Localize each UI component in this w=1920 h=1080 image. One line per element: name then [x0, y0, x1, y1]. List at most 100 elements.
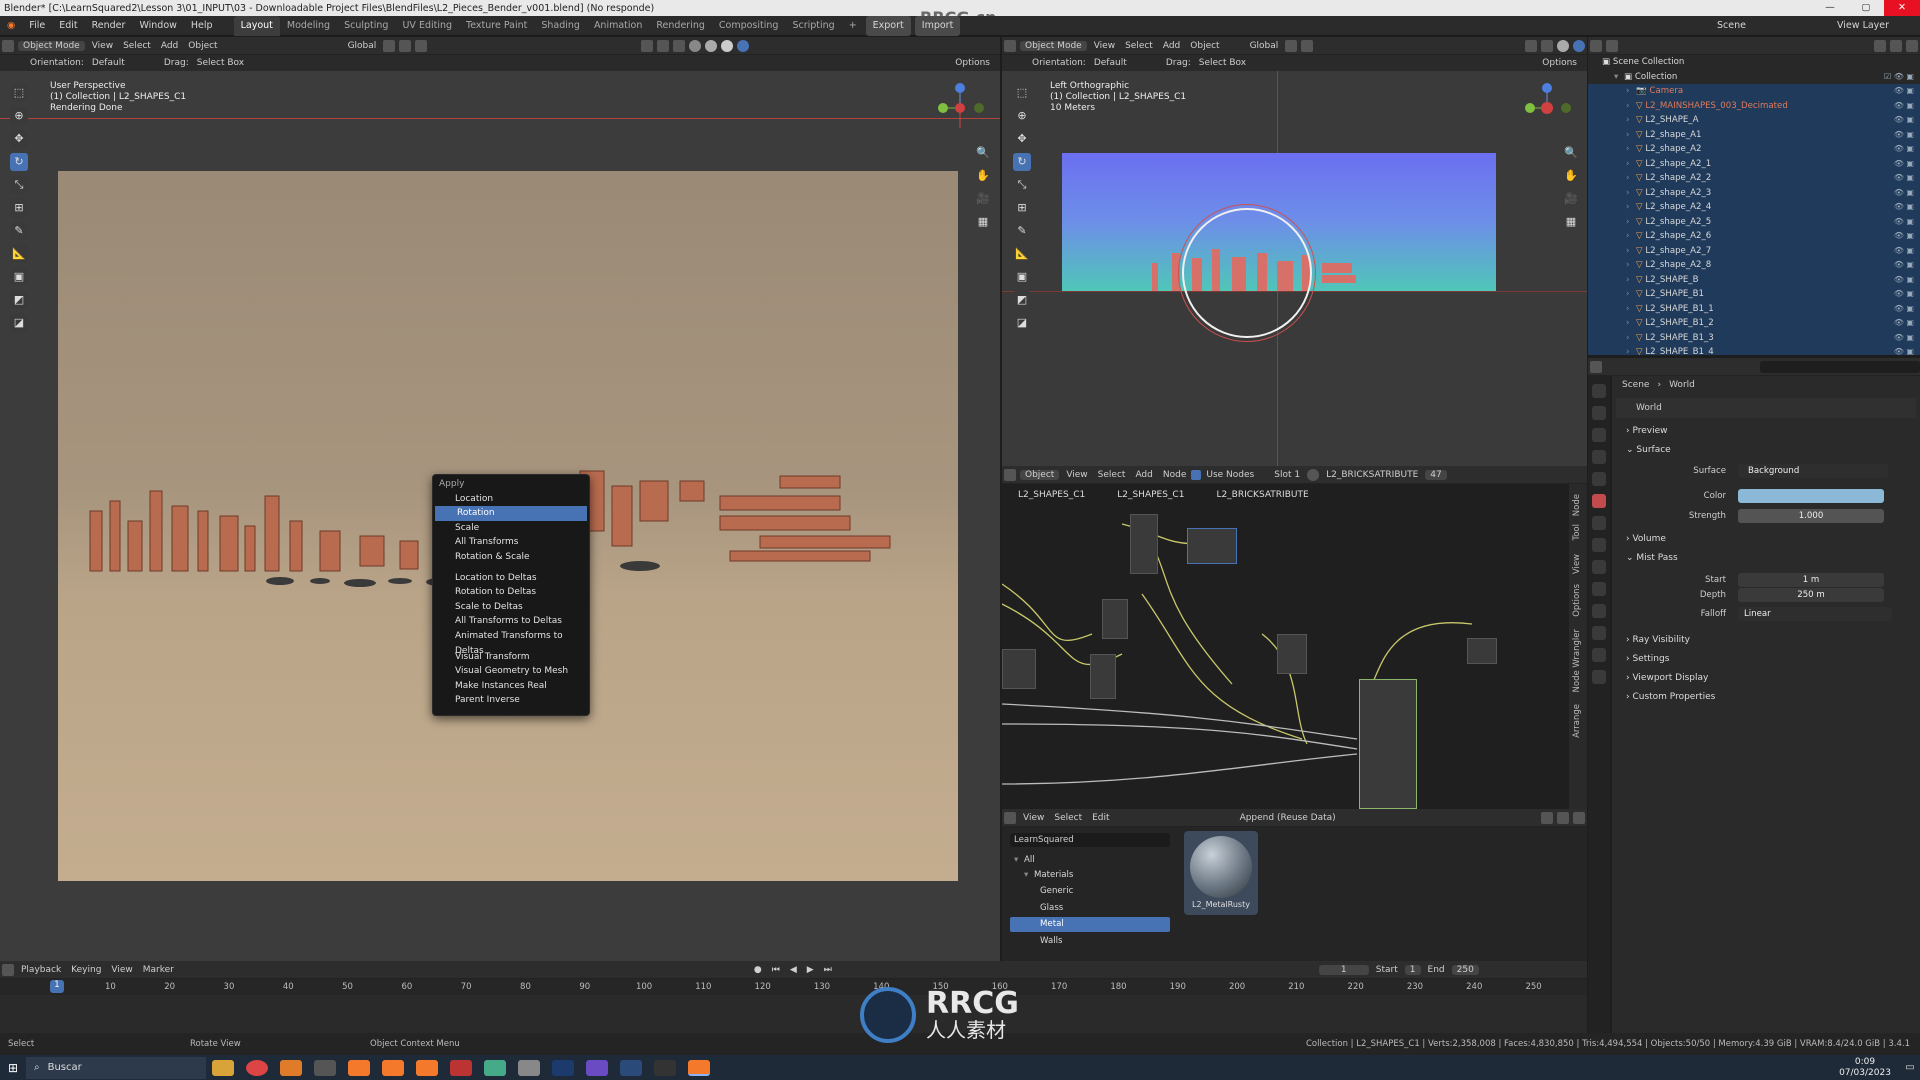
visibility-toggle-icon[interactable]: 👁 ▣	[1894, 258, 1914, 273]
timeline-menu-keying[interactable]: Keying	[66, 965, 106, 975]
menu-item-rotation-to-deltas[interactable]: Rotation to Deltas	[433, 585, 589, 600]
tab-sculpting[interactable]: Sculpting	[337, 16, 395, 36]
scene-tab-icon[interactable]	[1592, 472, 1606, 486]
minimize-button[interactable]: —	[1812, 0, 1848, 16]
visibility-toggle-icon[interactable]: 👁 ▣	[1894, 345, 1914, 355]
vp2-annotate-tool-icon[interactable]: ✎	[1013, 222, 1031, 240]
snap-icon[interactable]	[399, 39, 412, 52]
rendered-shading-icon[interactable]	[737, 39, 750, 52]
menu-file[interactable]: File	[22, 16, 52, 36]
menu-item-location[interactable]: Location	[433, 492, 589, 507]
section-volume[interactable]: › Volume	[1612, 530, 1920, 549]
vp2-transform-orientation[interactable]: Global	[1245, 41, 1284, 51]
proportional-edit-icon[interactable]	[415, 39, 428, 52]
vp2-select-tool-icon[interactable]: ⬚	[1013, 84, 1031, 102]
vp2-move-tool-icon[interactable]: ✥	[1013, 130, 1031, 148]
import-method-dropdown[interactable]: Append (Reuse Data)	[1235, 813, 1341, 823]
outliner-item[interactable]: › ▽ L2_MAINSHAPES_003_Decimated 👁 ▣	[1588, 99, 1920, 114]
material-browse-icon[interactable]	[1307, 468, 1320, 481]
outliner-item[interactable]: › ▽ L2_shape_A2 👁 ▣	[1588, 142, 1920, 157]
outliner-item[interactable]: › ▽ L2_shape_A2_7 👁 ▣	[1588, 244, 1920, 259]
frame-start-field[interactable]: 1	[1404, 964, 1421, 975]
node-box[interactable]	[1130, 514, 1158, 574]
world-color-swatch[interactable]	[1738, 489, 1884, 503]
tool-extra1-icon[interactable]: ◩	[10, 291, 28, 309]
particles-tab-icon[interactable]	[1592, 560, 1606, 574]
node-menu-node[interactable]: Node	[1158, 470, 1192, 480]
vp2-drag-dropdown[interactable]: Select Box	[1191, 58, 1251, 68]
visibility-toggle-icon[interactable]: 👁 ▣	[1894, 331, 1914, 346]
outliner-item[interactable]: › ▽ L2_shape_A2_8 👁 ▣	[1588, 258, 1920, 273]
menu-item-all-transforms-to-deltas[interactable]: All Transforms to Deltas	[433, 614, 589, 629]
catalog-all[interactable]: ▾ All	[1010, 853, 1170, 868]
chrome2-icon[interactable]	[484, 1059, 506, 1076]
outliner-item[interactable]: › ▽ L2_SHAPE_B1_3 👁 ▣	[1588, 331, 1920, 346]
tool-tab-icon[interactable]	[1592, 384, 1606, 398]
vp1-menu-add[interactable]: Add	[156, 41, 183, 51]
play-icon[interactable]: ▶	[802, 965, 819, 975]
outliner-scene-collection[interactable]: ▣ Scene Collection	[1588, 55, 1920, 70]
texture-tab-icon[interactable]	[1592, 670, 1606, 684]
view-layer-tab-icon[interactable]	[1592, 450, 1606, 464]
visibility-toggle-icon[interactable]: 👁 ▣	[1894, 273, 1914, 288]
node-editor-type-icon[interactable]	[1004, 468, 1016, 481]
visibility-toggle-icon[interactable]: 👁 ▣	[1894, 229, 1914, 244]
visibility-toggle-icon[interactable]: 👁 ▣	[1894, 186, 1914, 201]
vp2-orientation-dropdown[interactable]: Default	[1086, 58, 1156, 68]
visibility-toggle-icon[interactable]: 👁 ▣	[1894, 99, 1914, 114]
add-cube-tool-icon[interactable]: ▣	[10, 268, 28, 286]
section-preview[interactable]: › Preview	[1612, 422, 1920, 441]
section-mist-pass[interactable]: ⌄ Mist Pass	[1612, 549, 1920, 568]
vp2-add-cube-tool-icon[interactable]: ▣	[1013, 268, 1031, 286]
render-tab-icon[interactable]	[1592, 406, 1606, 420]
blender2-taskbar-icon[interactable]	[382, 1059, 404, 1076]
visibility-toggle-icon[interactable]: 👁 ▣	[1894, 171, 1914, 186]
modifier-tab-icon[interactable]	[1592, 538, 1606, 552]
vp2-options-dropdown[interactable]: Options	[1542, 58, 1587, 68]
outliner-item[interactable]: › ▽ L2_SHAPE_B 👁 ▣	[1588, 273, 1920, 288]
node-menu-select[interactable]: Select	[1093, 470, 1131, 480]
blender-taskbar-icon[interactable]	[348, 1059, 370, 1076]
outliner-item[interactable]: › ▽ L2_SHAPE_A 👁 ▣	[1588, 113, 1920, 128]
vp2-menu-object[interactable]: Object	[1185, 41, 1224, 51]
properties-search-input[interactable]	[1760, 360, 1920, 373]
section-custom-properties[interactable]: › Custom Properties	[1612, 688, 1920, 707]
frame-end-field[interactable]: 250	[1451, 964, 1479, 975]
outliner-item[interactable]: › ▽ L2_SHAPE_B1_4 👁 ▣	[1588, 345, 1920, 355]
drag-dropdown[interactable]: Select Box	[189, 58, 249, 68]
outliner-new-collection-icon[interactable]	[1906, 39, 1918, 52]
side-tab-view[interactable]: View	[1572, 554, 1582, 574]
windows-start-icon[interactable]: ⊞	[0, 1061, 26, 1075]
select-box-tool-icon[interactable]: ⬚	[10, 84, 28, 102]
vp2-rendered-shading-icon[interactable]	[1573, 39, 1585, 52]
move-tool-icon[interactable]: ✥	[10, 130, 28, 148]
menu-item-make-instances-real[interactable]: Make Instances Real	[433, 679, 589, 694]
constraints-tab-icon[interactable]	[1592, 604, 1606, 618]
catalog-glass[interactable]: Glass	[1010, 901, 1170, 916]
wireframe-shading-icon[interactable]	[689, 39, 702, 52]
tab-modeling[interactable]: Modeling	[280, 16, 337, 36]
viewport2-3d-view[interactable]: ⬚ ⊕ ✥ ↻ ⤡ ⊞ ✎ 📐 ▣ ◩ ◪ Left Orthographic …	[1002, 71, 1587, 466]
catalog-generic[interactable]: Generic	[1010, 884, 1170, 899]
current-frame-field[interactable]: 1	[1318, 964, 1369, 975]
asset-menu-select[interactable]: Select	[1049, 813, 1087, 823]
node-box[interactable]	[1102, 599, 1128, 639]
ortho-toggle-icon[interactable]: ▦	[974, 213, 992, 231]
visibility-toggle-icon[interactable]: 👁 ▣	[1894, 84, 1914, 99]
tab-layout[interactable]: Layout	[233, 15, 280, 36]
search-app-icon[interactable]	[280, 1059, 302, 1076]
asset-search-icon[interactable]	[1541, 811, 1553, 824]
vp2-snap-icon[interactable]	[1285, 39, 1298, 52]
visibility-toggle-icon[interactable]: 👁 ▣	[1894, 244, 1914, 259]
vp1-menu-select[interactable]: Select	[118, 41, 156, 51]
outliner-item[interactable]: › ▽ L2_SHAPE_B1 👁 ▣	[1588, 287, 1920, 302]
vp2-grid-icon[interactable]: ▦	[1562, 213, 1580, 231]
surface-shader-field[interactable]: Background	[1738, 464, 1888, 478]
menu-item-rotation[interactable]: Rotation	[435, 506, 587, 521]
taskbar-search-box[interactable]: ⌕ Buscar	[26, 1056, 206, 1079]
use-nodes-checkbox[interactable]	[1191, 469, 1202, 480]
outliner-filter-icon[interactable]	[1890, 39, 1902, 52]
principled-bsdf-node[interactable]	[1359, 679, 1417, 809]
asset-tile-metal-rusty[interactable]: L2_MetalRusty	[1184, 831, 1258, 915]
vp2-overlay-icon[interactable]	[1525, 39, 1537, 52]
